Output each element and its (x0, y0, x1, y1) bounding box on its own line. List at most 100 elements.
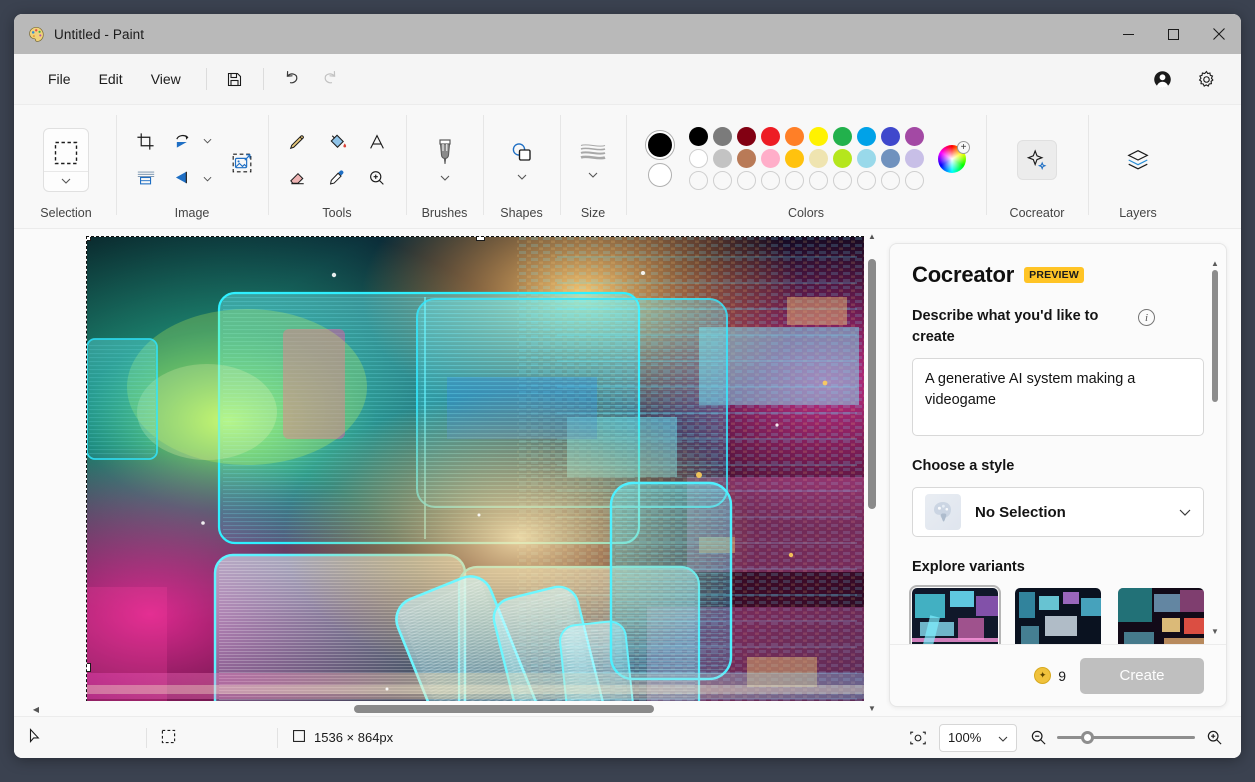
shapes-button[interactable] (508, 138, 536, 182)
layers-button[interactable] (1118, 140, 1158, 180)
style-dropdown[interactable]: No Selection (912, 487, 1204, 537)
close-button[interactable] (1196, 14, 1241, 54)
color-swatch-1-7[interactable] (833, 127, 852, 146)
color-swatch-2-7[interactable] (833, 149, 852, 168)
color-swatch-1-2[interactable] (713, 127, 732, 146)
variant-thumbnail-1[interactable] (912, 588, 998, 644)
pencil-icon[interactable] (281, 126, 313, 158)
canvas-viewport[interactable]: ◀ ▶ ▲ ▼ (14, 229, 880, 717)
color-swatch-3-5[interactable] (785, 171, 804, 190)
vertical-scrollbar[interactable]: ▲ ▼ (864, 229, 880, 717)
menu-edit[interactable]: Edit (87, 65, 135, 93)
create-button[interactable]: Create (1080, 658, 1204, 694)
menu-view[interactable]: View (139, 65, 193, 93)
color-swatch-1-6[interactable] (809, 127, 828, 146)
zoom-level-dropdown[interactable]: 100% (939, 724, 1017, 752)
resize-image-icon[interactable] (226, 147, 258, 179)
color-swatch-1-1[interactable] (689, 127, 708, 146)
color-wheel-icon[interactable]: + (938, 145, 966, 173)
scroll-up-arrow-icon[interactable]: ▲ (868, 229, 876, 245)
flip-icon[interactable] (168, 162, 200, 194)
crop-icon[interactable] (130, 126, 162, 158)
color-swatch-2-8[interactable] (857, 149, 876, 168)
selection-tool-button[interactable] (43, 128, 89, 192)
color-swatch-3-1[interactable] (689, 171, 708, 190)
chevron-down-icon[interactable] (1179, 503, 1191, 521)
flip-chevron-icon[interactable] (203, 161, 212, 197)
color-swatch-3-6[interactable] (809, 171, 828, 190)
maximize-button[interactable] (1151, 14, 1196, 54)
chevron-down-icon[interactable] (998, 730, 1008, 745)
color-swatch-1-5[interactable] (785, 127, 804, 146)
cc-scroll-track[interactable] (1210, 270, 1220, 626)
hscroll-track[interactable] (44, 701, 864, 717)
cocreator-vertical-scrollbar[interactable]: ▲ ▼ (1210, 258, 1220, 638)
text-icon[interactable] (361, 126, 393, 158)
brushes-chevron-icon[interactable] (440, 174, 450, 183)
gear-icon[interactable] (1190, 63, 1222, 95)
save-icon[interactable] (219, 63, 251, 95)
info-icon[interactable]: i (1138, 309, 1155, 326)
hscroll-thumb[interactable] (354, 705, 654, 713)
horizontal-scrollbar[interactable]: ◀ ▶ (28, 701, 880, 717)
undo-arrow-icon[interactable] (276, 63, 308, 95)
color-swatch-3-10[interactable] (905, 171, 924, 190)
vscroll-thumb[interactable] (868, 259, 876, 509)
color-swatch-3-7[interactable] (833, 171, 852, 190)
scroll-down-arrow-icon[interactable]: ▼ (868, 701, 876, 717)
color-picker-icon[interactable] (321, 162, 353, 194)
selection-handle-top-center[interactable] (476, 237, 485, 241)
color-swatch-1-9[interactable] (881, 127, 900, 146)
cc-scroll-down-icon[interactable]: ▼ (1211, 626, 1219, 638)
color-swatch-2-4[interactable] (761, 149, 780, 168)
color-swatch-3-8[interactable] (857, 171, 876, 190)
color-swatch-2-2[interactable] (713, 149, 732, 168)
flip-control[interactable] (168, 162, 200, 194)
size-button[interactable] (578, 140, 608, 180)
shapes-chevron-icon[interactable] (517, 173, 527, 182)
color-swatch-3-4[interactable] (761, 171, 780, 190)
selection-dropdown-chevron[interactable] (44, 171, 88, 191)
color-swatch-1-4[interactable] (761, 127, 780, 146)
color-swatch-2-3[interactable] (737, 149, 756, 168)
zoom-slider[interactable] (1057, 736, 1195, 739)
rotate-control[interactable] (168, 126, 200, 158)
brushes-button[interactable] (432, 137, 458, 183)
menu-file[interactable]: File (36, 65, 83, 93)
color-swatch-3-9[interactable] (881, 171, 900, 190)
prompt-input[interactable]: A generative AI system making a videogam… (912, 358, 1204, 436)
color-swatch-2-5[interactable] (785, 149, 804, 168)
zoom-in-icon[interactable] (1203, 727, 1225, 749)
rotate-chevron-icon[interactable] (203, 123, 212, 159)
cc-scroll-up-icon[interactable]: ▲ (1211, 258, 1219, 270)
cc-scroll-thumb[interactable] (1212, 270, 1218, 402)
vscroll-track[interactable] (864, 245, 880, 701)
add-color-plus-icon[interactable]: + (957, 141, 970, 154)
scroll-left-arrow-icon[interactable]: ◀ (28, 705, 44, 714)
color-swatch-2-6[interactable] (809, 149, 828, 168)
account-person-icon[interactable] (1146, 63, 1178, 95)
eraser-icon[interactable] (281, 162, 313, 194)
image-canvas[interactable] (87, 237, 873, 717)
color-swatch-1-3[interactable] (737, 127, 756, 146)
color-swatch-3-3[interactable] (737, 171, 756, 190)
resize-skew-icon[interactable] (130, 162, 162, 194)
variant-thumbnail-3[interactable] (1118, 588, 1204, 644)
variant-thumbnail-2[interactable] (1015, 588, 1101, 644)
rotate-icon[interactable] (168, 126, 200, 158)
secondary-color-swatch[interactable] (648, 163, 672, 187)
size-chevron-icon[interactable] (588, 171, 598, 180)
selection-handle-left-middle[interactable] (87, 663, 91, 672)
fill-bucket-icon[interactable] (321, 126, 353, 158)
minimize-button[interactable] (1106, 14, 1151, 54)
zoom-slider-thumb[interactable] (1081, 731, 1094, 744)
color-swatch-2-9[interactable] (881, 149, 900, 168)
selection-handle-top-left[interactable] (87, 237, 91, 241)
color-swatch-1-10[interactable] (905, 127, 924, 146)
fit-to-window-icon[interactable] (907, 727, 929, 749)
zoom-out-icon[interactable] (1027, 727, 1049, 749)
cocreator-button[interactable] (1017, 140, 1057, 180)
magnifier-icon[interactable] (361, 162, 393, 194)
primary-color-swatch[interactable] (646, 131, 674, 159)
color-swatch-3-2[interactable] (713, 171, 732, 190)
